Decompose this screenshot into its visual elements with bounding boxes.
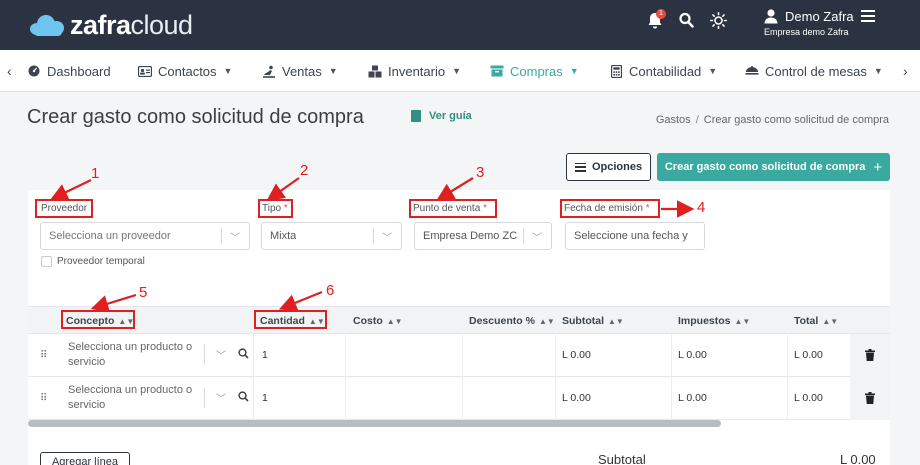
annotation-arrows [50,177,695,313]
annotation-number-5: 5 [139,284,148,301]
annotation-number-2: 2 [300,162,309,179]
annotation-number-6: 6 [326,282,335,299]
annotation-number-3: 3 [476,164,485,181]
annotation-number-1: 1 [91,165,100,182]
annotation-number-4: 4 [697,199,706,216]
